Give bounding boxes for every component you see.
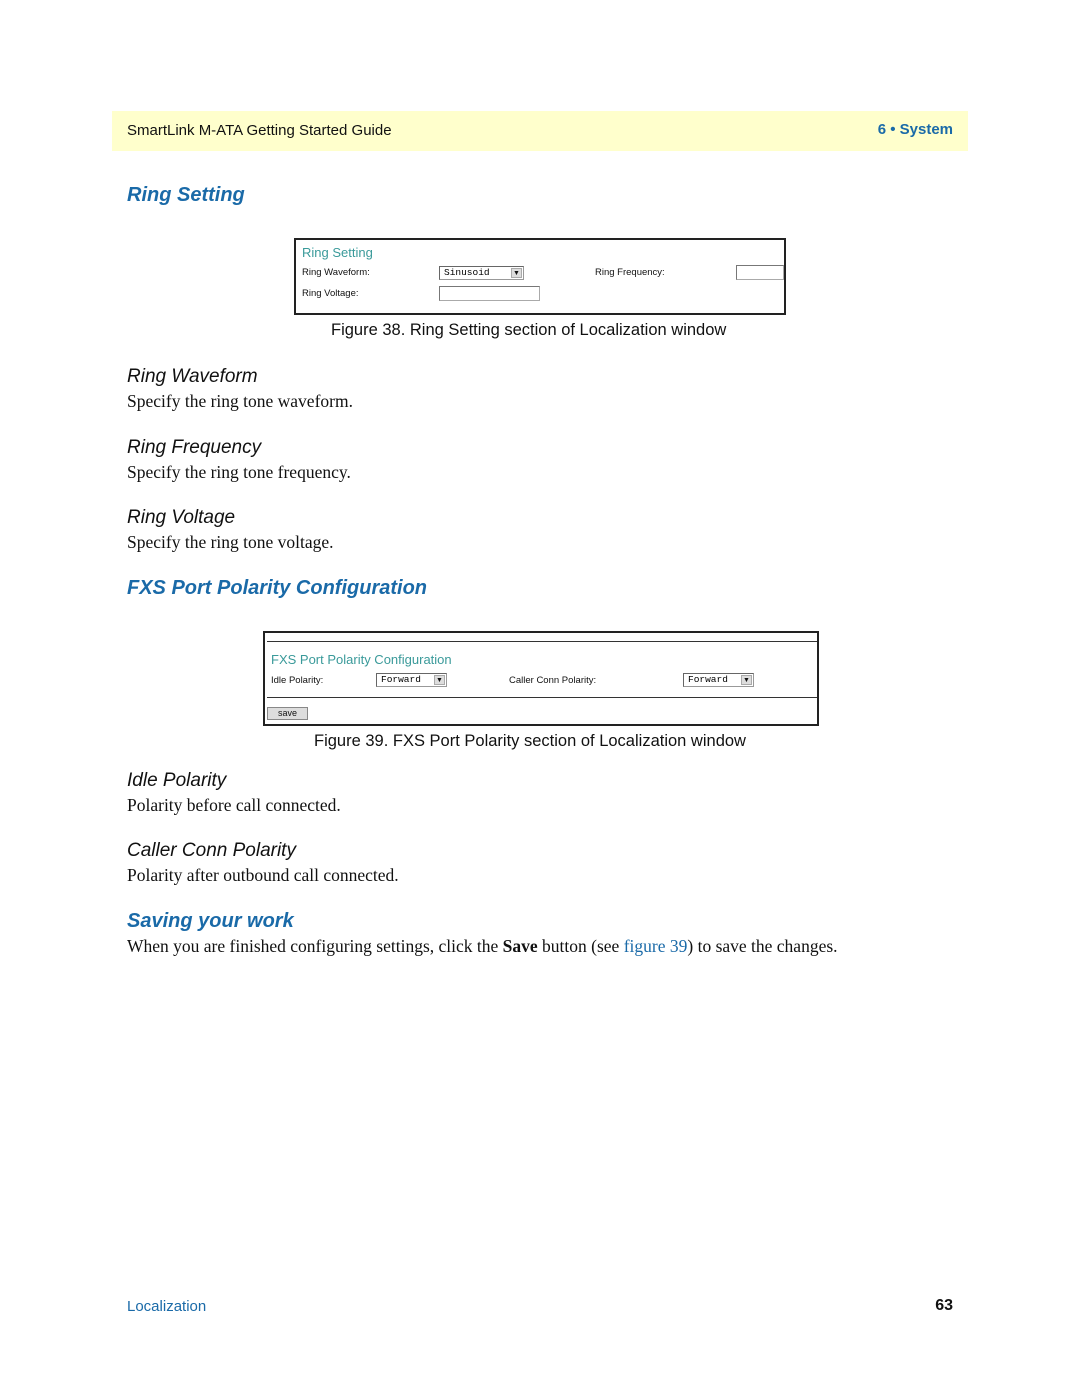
figure-39-link[interactable]: figure 39 <box>624 936 688 956</box>
saving-heading: Saving your work <box>127 910 294 932</box>
divider <box>267 697 817 698</box>
ring-voltage-input[interactable] <box>439 286 540 301</box>
ring-waveform-heading: Ring Waveform <box>127 366 258 387</box>
figure-title: FXS Port Polarity Configuration <box>271 652 452 667</box>
idle-polarity-heading: Idle Polarity <box>127 770 227 791</box>
divider <box>267 641 817 642</box>
caller-conn-polarity-label: Caller Conn Polarity: <box>509 675 597 686</box>
caller-conn-polarity-select[interactable]: Forward ▼ <box>683 673 754 687</box>
footer-section: Localization <box>127 1298 207 1315</box>
chevron-down-icon: ▼ <box>434 675 445 685</box>
chevron-down-icon: ▼ <box>511 268 522 278</box>
caller-conn-polarity-value: Forward <box>688 674 728 685</box>
save-bold-text: Save <box>502 936 538 956</box>
idle-polarity-description: Polarity before call connected. <box>127 795 341 815</box>
idle-polarity-label: Idle Polarity: <box>271 675 324 686</box>
figure-title: Ring Setting <box>302 245 373 260</box>
ring-voltage-description: Specify the ring tone voltage. <box>127 532 334 552</box>
ring-frequency-description: Specify the ring tone frequency. <box>127 462 351 482</box>
fxs-polarity-heading: FXS Port Polarity Configuration <box>127 577 428 599</box>
ring-voltage-label: Ring Voltage: <box>302 288 359 299</box>
caller-conn-polarity-heading: Caller Conn Polarity <box>127 840 296 861</box>
saving-paragraph: When you are finished configuring settin… <box>127 936 838 957</box>
saving-text-after: ) to save the changes. <box>687 936 838 956</box>
caller-conn-polarity-description: Polarity after outbound call connected. <box>127 865 399 885</box>
save-button[interactable]: save <box>267 707 308 720</box>
ring-waveform-label: Ring Waveform: <box>302 267 370 278</box>
chevron-down-icon: ▼ <box>741 675 752 685</box>
ring-frequency-label: Ring Frequency: <box>595 267 665 278</box>
fxs-polarity-figure: FXS Port Polarity Configuration Idle Pol… <box>263 631 819 726</box>
saving-text-before: When you are finished configuring settin… <box>127 936 503 956</box>
idle-polarity-select[interactable]: Forward ▼ <box>376 673 447 687</box>
ring-setting-heading: Ring Setting <box>127 184 245 206</box>
figure-39-caption: Figure 39. FXS Port Polarity section of … <box>314 732 746 750</box>
ring-waveform-description: Specify the ring tone waveform. <box>127 391 353 411</box>
ring-waveform-value: Sinusoid <box>444 267 490 278</box>
ring-frequency-heading: Ring Frequency <box>127 437 262 458</box>
running-header: SmartLink M-ATA Getting Started Guide 6 … <box>112 111 968 151</box>
guide-title: SmartLink M-ATA Getting Started Guide <box>127 122 392 139</box>
page-number: 63 <box>935 1297 953 1314</box>
ring-frequency-input[interactable] <box>736 265 784 280</box>
ring-setting-figure: Ring Setting Ring Waveform: Sinusoid ▼ R… <box>294 238 786 315</box>
idle-polarity-value: Forward <box>381 674 421 685</box>
ring-voltage-heading: Ring Voltage <box>127 507 236 528</box>
saving-text-middle: button (see <box>537 936 624 956</box>
ring-waveform-select[interactable]: Sinusoid ▼ <box>439 266 524 280</box>
figure-38-caption: Figure 38. Ring Setting section of Local… <box>331 321 727 339</box>
chapter-label: 6 • System <box>877 121 953 138</box>
